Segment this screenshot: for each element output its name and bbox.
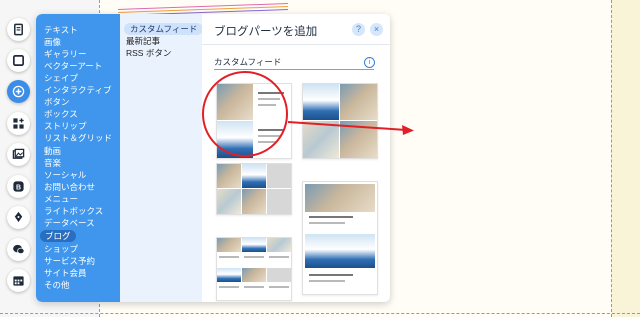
preset-image xyxy=(305,234,375,268)
category-item-contact[interactable]: お問い合わせ xyxy=(44,181,95,193)
category-item-strip[interactable]: ストリップ xyxy=(44,120,87,132)
preset-image xyxy=(267,164,291,188)
pen-icon xyxy=(14,211,23,223)
preset-image xyxy=(242,189,266,214)
category-item-database[interactable]: データベース xyxy=(44,217,95,229)
category-item-gallery[interactable]: ギャラリー xyxy=(44,48,87,60)
preset-image xyxy=(267,268,291,282)
preset-image xyxy=(267,189,291,214)
category-item-booking[interactable]: サービス予約 xyxy=(44,255,95,267)
page-margin xyxy=(611,0,640,317)
category-item-blog[interactable]: ブログ xyxy=(40,230,76,242)
events-button[interactable] xyxy=(7,269,30,292)
category-item-shape[interactable]: シェイプ xyxy=(44,72,78,84)
subcategory-item-recent-posts[interactable]: 最新記事 xyxy=(126,35,160,47)
feed-preset-5[interactable] xyxy=(216,237,292,301)
svg-text:B: B xyxy=(16,184,21,191)
square-icon xyxy=(13,55,24,66)
category-item-image[interactable]: 画像 xyxy=(44,36,61,48)
category-item-box[interactable]: ボックス xyxy=(44,108,78,120)
category-item-shop[interactable]: ショップ xyxy=(44,243,78,255)
media-icon xyxy=(12,148,25,159)
category-item-menu[interactable]: メニュー xyxy=(44,193,78,205)
info-icon[interactable]: i xyxy=(364,57,375,68)
preset-image xyxy=(303,84,339,120)
blog-icon: B xyxy=(13,181,24,192)
media-button[interactable] xyxy=(7,143,30,166)
chat-button[interactable] xyxy=(7,238,30,261)
preset-image xyxy=(267,238,291,252)
blog-button[interactable]: B xyxy=(7,175,30,198)
background-button[interactable] xyxy=(7,49,30,72)
subcategory-item-rss-button[interactable]: RSS ボタン xyxy=(126,47,171,59)
category-item-more[interactable]: その他 xyxy=(44,279,70,291)
document-icon xyxy=(14,23,23,36)
preset-image xyxy=(242,268,266,282)
preset-image xyxy=(305,184,375,212)
preset-image xyxy=(217,189,241,214)
category-item-interactive[interactable]: インタラクティブ xyxy=(44,84,112,96)
apps-button[interactable] xyxy=(7,112,30,135)
apps-icon xyxy=(13,118,24,129)
category-item-list-grid[interactable]: リスト＆グリッド xyxy=(44,132,112,144)
preset-image xyxy=(242,164,266,188)
panel-header: ブログパーツを追加 ? × xyxy=(202,14,390,45)
add-elements-panel: テキスト 画像 ギャラリー ベクターアート シェイプ インタラクティブ ボタン … xyxy=(36,14,390,302)
annotation-arrow-icon xyxy=(288,121,414,135)
page-guide-bottom xyxy=(0,313,640,314)
category-item-members[interactable]: サイト会員 xyxy=(44,267,87,279)
category-item-music[interactable]: 音楽 xyxy=(44,157,61,169)
preset-image xyxy=(242,238,266,252)
subcategory-item-custom-feed[interactable]: カスタムフィード xyxy=(124,23,204,35)
feed-preset-3[interactable] xyxy=(216,163,292,215)
category-item-social[interactable]: ソーシャル xyxy=(44,169,86,181)
panel-title: ブログパーツを追加 xyxy=(214,26,318,38)
add-button[interactable] xyxy=(7,80,30,103)
section-title: カスタムフィード xyxy=(214,57,282,67)
subcategory-list: カスタムフィード 最新記事 RSS ボタン xyxy=(120,14,204,302)
preset-image xyxy=(217,238,241,252)
category-item-video[interactable]: 動画 xyxy=(44,145,61,157)
section-divider xyxy=(214,69,374,70)
category-list: テキスト 画像 ギャラリー ベクターアート シェイプ インタラクティブ ボタン … xyxy=(36,14,120,302)
category-item-text[interactable]: テキスト xyxy=(44,24,78,36)
preset-image xyxy=(340,84,377,120)
category-item-vector-art[interactable]: ベクターアート xyxy=(44,60,102,72)
preset-image xyxy=(217,268,241,282)
design-button[interactable] xyxy=(7,206,30,229)
annotation-circle xyxy=(202,71,288,157)
category-item-button[interactable]: ボタン xyxy=(44,96,70,108)
pages-button[interactable] xyxy=(7,18,30,41)
help-button[interactable]: ? xyxy=(352,23,365,36)
feed-preset-4[interactable] xyxy=(302,181,378,295)
category-item-lightbox[interactable]: ライトボックス xyxy=(44,205,103,217)
chat-icon xyxy=(13,244,25,255)
page-guide-right xyxy=(611,0,612,317)
calendar-icon xyxy=(13,276,24,286)
preset-image xyxy=(217,164,241,188)
plus-icon xyxy=(12,85,25,98)
close-button[interactable]: × xyxy=(370,23,383,36)
